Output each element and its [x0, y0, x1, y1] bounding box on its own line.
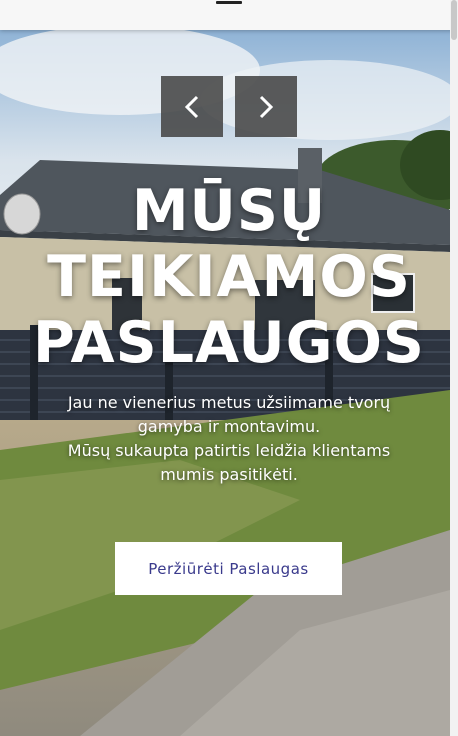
chevron-right-icon	[259, 95, 274, 118]
view-services-button[interactable]: Peržiūrėti Paslaugas	[115, 542, 342, 595]
hero-description-line: Mūsų sukaupta patirtis leidžia klientams	[67, 441, 391, 460]
hero-description-line: Jau ne vienerius metus užsiimame tvorų	[67, 393, 391, 412]
scrollbar-thumb[interactable]	[451, 0, 457, 40]
carousel-prev-button[interactable]	[161, 76, 223, 137]
hero-section: MŪSŲ TEIKIAMOS PASLAUGOS Jau ne vieneriu…	[0, 30, 450, 736]
hero-description: Jau ne vienerius metus užsiimame tvorų g…	[20, 391, 438, 487]
chevron-left-icon	[184, 95, 199, 118]
hamburger-menu-icon[interactable]	[216, 1, 242, 4]
hero-title-line: MŪSŲ	[131, 178, 327, 244]
hero-title: MŪSŲ TEIKIAMOS PASLAUGOS	[0, 178, 450, 376]
hero-background-photo	[0, 30, 450, 736]
hero-title-line: PASLAUGOS	[33, 310, 425, 376]
carousel-next-button[interactable]	[235, 76, 297, 137]
scrollbar[interactable]	[450, 0, 458, 736]
hero-description-line: gamyba ir montavimu.	[137, 417, 321, 436]
hero-description-line: mumis pasitikėti.	[160, 465, 298, 484]
hero-title-line: TEIKIAMOS	[47, 244, 411, 310]
top-header	[0, 0, 458, 30]
